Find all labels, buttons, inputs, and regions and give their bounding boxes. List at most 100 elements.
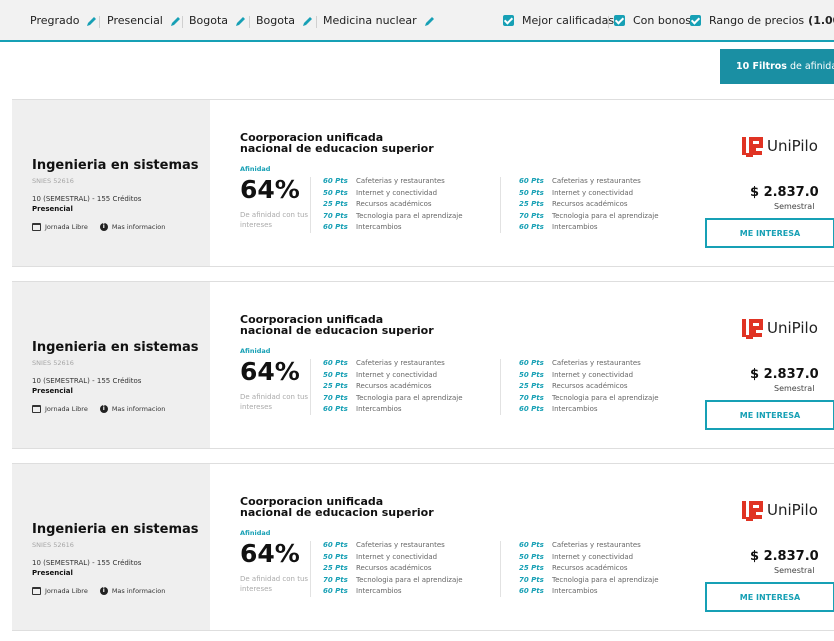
interest-button[interactable]: ME INTERESA <box>705 218 834 248</box>
check-with-bonus[interactable]: Con bonos <box>614 14 691 27</box>
filter-chip-label: Pregrado <box>30 14 80 27</box>
price-period: Semestral <box>774 566 815 575</box>
pencil-icon[interactable] <box>170 15 182 27</box>
points-row: 70 Pts Tecnologia para el aprendizaje <box>323 575 463 587</box>
points-row: 60 Pts Intercambios <box>323 222 463 234</box>
filter-chip-label: Bogota <box>189 14 229 27</box>
filter-chip-city[interactable]: Bogota <box>189 14 247 27</box>
affinity-percentage: 64% <box>240 175 300 204</box>
affinity-description: De afinidad con tus intereses <box>240 211 309 229</box>
price-range-value: (1.000.00 <box>808 14 834 27</box>
more-info-link[interactable]: Mas informacion <box>112 587 166 595</box>
program-mode: Presencial <box>32 205 73 213</box>
divider <box>500 359 501 415</box>
filter-chip-modality[interactable]: Presencial <box>107 14 182 27</box>
affinity-filters-button[interactable]: 10 Filtros de afinidad <box>720 49 834 84</box>
points-label: Tecnologia para el aprendizaje <box>552 575 659 584</box>
points-row: 60 Pts Intercambios <box>323 404 463 416</box>
program-credits: 10 (SEMESTRAL) - 155 Créditos <box>32 559 142 567</box>
points-value: 70 Pts <box>323 211 348 220</box>
check-best-rated[interactable]: Mejor calificadas <box>503 14 614 27</box>
calendar-icon <box>32 223 41 231</box>
filters-count: 10 Filtros <box>736 61 787 72</box>
points-value: 25 Pts <box>323 200 348 208</box>
divider <box>310 541 311 597</box>
points-row: 70 Pts Tecnologia para el aprendizaje <box>519 211 659 223</box>
price-period: Semestral <box>774 384 815 393</box>
logo-text: UniPilo <box>767 137 818 155</box>
interest-button[interactable]: ME INTERESA <box>705 400 834 430</box>
more-info-link[interactable]: Mas informacion <box>112 405 166 413</box>
points-label: Intercambios <box>356 587 402 595</box>
checkbox-checked-icon[interactable] <box>690 15 701 26</box>
program-title[interactable]: Ingenieria en sistemas <box>32 522 199 537</box>
filter-bar: Pregrado Presencial Bogota Bogota Medici… <box>0 0 834 42</box>
pencil-icon[interactable] <box>86 15 98 27</box>
program-title[interactable]: Ingenieria en sistemas <box>32 158 199 173</box>
points-label: Intercambios <box>552 223 598 231</box>
checkbox-checked-icon[interactable] <box>503 15 514 26</box>
checkbox-checked-icon[interactable] <box>614 15 625 26</box>
points-row: 50 Pts Internet y conectividad <box>519 188 659 200</box>
points-value: 50 Pts <box>519 188 544 197</box>
snies-code: SNIES 52616 <box>32 177 74 185</box>
check-price-range[interactable]: Rango de precios (1.000.00 <box>690 14 834 27</box>
points-value: 60 Pts <box>323 587 348 595</box>
program-summary: Ingenieria en sistemas SNIES 52616 10 (S… <box>12 282 210 448</box>
points-value: 70 Pts <box>323 393 348 402</box>
points-value: 60 Pts <box>519 541 544 549</box>
interest-button[interactable]: ME INTERESA <box>705 582 834 612</box>
filter-chip-label: Presencial <box>107 14 163 27</box>
points-label: Tecnologia para el aprendizaje <box>552 211 659 220</box>
points-row: 50 Pts Internet y conectividad <box>323 552 463 564</box>
affinity-percentage: 64% <box>240 539 300 568</box>
program-mode: Presencial <box>32 387 73 395</box>
program-title[interactable]: Ingenieria en sistemas <box>32 340 199 355</box>
points-value: 60 Pts <box>519 177 544 185</box>
university-logo: UniPilo <box>741 499 818 521</box>
points-value: 60 Pts <box>519 359 544 367</box>
affinity-label: Afinidad <box>240 347 271 355</box>
points-label: Tecnologia para el aprendizaje <box>356 393 463 402</box>
filter-chip-city-2[interactable]: Bogota <box>256 14 314 27</box>
points-list-right: 60 Pts Cafeterias y restaurantes 50 Pts Int… <box>519 176 659 234</box>
points-label: Recursos académicos <box>356 382 432 390</box>
pencil-icon[interactable] <box>302 15 314 27</box>
program-summary: Ingenieria en sistemas SNIES 52616 10 (S… <box>12 464 210 630</box>
filter-chip-program[interactable]: Medicina nuclear <box>323 14 436 27</box>
points-row: 50 Pts Internet y conectividad <box>323 188 463 200</box>
points-value: 25 Pts <box>519 564 544 572</box>
divider <box>310 359 311 415</box>
program-price: $ 2.837.0 <box>750 549 819 564</box>
schedule-label: Jornada Libre <box>45 587 88 595</box>
points-row: 25 Pts Recursos académicos <box>519 199 659 211</box>
points-row: 60 Pts Intercambios <box>323 586 463 598</box>
logo-text: UniPilo <box>767 319 818 337</box>
affinity-label: Afinidad <box>240 165 271 173</box>
university-name: Coorporacion unificada nacional de educa… <box>240 496 434 518</box>
points-row: 70 Pts Tecnologia para el aprendizaje <box>323 393 463 405</box>
points-label: Intercambios <box>356 405 402 413</box>
points-value: 60 Pts <box>323 223 348 231</box>
points-value: 60 Pts <box>323 541 348 549</box>
filter-chip-level[interactable]: Pregrado <box>30 14 98 27</box>
more-info-link[interactable]: Mas informacion <box>112 223 166 231</box>
program-mode: Presencial <box>32 569 73 577</box>
points-label: Cafeterias y restaurantes <box>552 177 641 185</box>
schedule-label: Jornada Libre <box>45 223 88 231</box>
points-row: 25 Pts Recursos académicos <box>323 381 463 393</box>
pencil-icon[interactable] <box>424 15 436 27</box>
filters-label: de afinidad <box>789 61 834 72</box>
info-icon: i <box>99 587 108 595</box>
price-period: Semestral <box>774 202 815 211</box>
university-name-line: nacional de educacion superior <box>240 324 434 337</box>
pencil-icon[interactable] <box>235 15 247 27</box>
points-value: 25 Pts <box>323 382 348 390</box>
points-row: 60 Pts Cafeterias y restaurantes <box>323 176 463 188</box>
points-label: Cafeterias y restaurantes <box>552 541 641 549</box>
points-label: Recursos académicos <box>356 564 432 572</box>
filter-chip-label: Medicina nuclear <box>323 14 417 27</box>
points-value: 50 Pts <box>323 370 348 379</box>
check-label: Mejor calificadas <box>522 14 615 27</box>
points-list-left: 60 Pts Cafeterias y restaurantes 50 Pts Int… <box>323 358 463 416</box>
